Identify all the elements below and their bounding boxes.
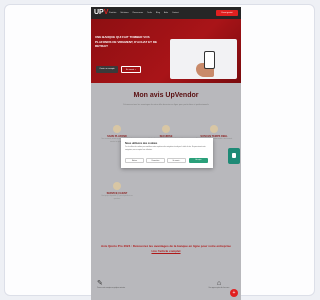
brand-logo[interactable]: UPV — [94, 9, 108, 17]
accept-cookies-button[interactable]: Accepter — [189, 158, 208, 163]
feature-title: SERVICE CLIENT — [106, 192, 128, 195]
learn-more-button[interactable]: En savoir + — [121, 66, 141, 73]
nav-links: Produits Solutions Ressources Tarifs Blo… — [109, 10, 179, 16]
nav-link-contact[interactable]: Contact — [172, 10, 179, 16]
phone-illustration — [204, 51, 215, 69]
top-navbar: UPV Produits Solutions Ressources Tarifs… — [91, 7, 241, 19]
support-icon — [113, 182, 121, 190]
cookie-settings-button[interactable]: Paramètres — [146, 158, 165, 163]
pen-icon: ✎ — [97, 280, 103, 287]
section-title: Mon avis UpVendor — [133, 92, 199, 99]
bottom-item-text: Ouvrez votre compte en quelques minutes — [97, 288, 126, 289]
bottom-item: ⌂ Une agence près de chez vous — [203, 280, 235, 289]
cookie-title: Nous utilisons des cookies — [125, 142, 158, 145]
bottom-item-text: Une agence près de chez vous — [208, 288, 230, 289]
shield-icon — [162, 125, 170, 133]
refuse-cookies-button[interactable]: Refuser — [125, 158, 144, 163]
home-icon: ⌂ — [216, 280, 222, 287]
section-subtitle: Découvrez tous les avantages de notre of… — [123, 104, 209, 106]
nav-link-tarifs[interactable]: Tarifs — [147, 10, 152, 16]
clock-icon — [210, 125, 218, 133]
open-account-button[interactable]: Ouvrir un compte — [96, 66, 118, 73]
promo-link[interactable]: Lire l'article complet — [97, 249, 235, 254]
cookie-text: Ce site utilise des cookies pour amélior… — [125, 147, 206, 151]
feature-text: Une équipe disponible 7j/7 pour répondre… — [101, 196, 133, 200]
hero-title: UNE BANQUE QUI FAIT TOMBER VOS PLAFONDS … — [95, 35, 157, 48]
hero-image — [170, 39, 237, 79]
hero-section: UNE BANQUE QUI FAIT TOMBER VOS PLAFONDS … — [91, 19, 241, 83]
nav-link-ressources[interactable]: Ressources — [133, 10, 144, 16]
nav-link-blog[interactable]: Blog — [156, 10, 160, 16]
bottom-item: ✎ Ouvrez votre compte en quelques minute… — [97, 280, 129, 289]
nav-link-solutions[interactable]: Solutions — [120, 10, 128, 16]
nav-cta-button[interactable]: Essai gratuit — [216, 10, 238, 16]
unlimited-icon — [113, 125, 121, 133]
promo-banner: Avis Qonto Pro 2024 : Découvrez les avan… — [97, 244, 235, 254]
feature-card: SERVICE CLIENT Une équipe disponible 7j/… — [99, 182, 135, 201]
cookie-more-button[interactable]: En savoir + — [167, 158, 186, 163]
promo-text: Avis Qonto Pro 2024 : Découvrez les avan… — [101, 244, 231, 248]
nav-link-produits[interactable]: Produits — [109, 10, 116, 16]
nav-link-aide[interactable]: Aide — [164, 10, 168, 16]
floating-action-button[interactable]: + — [230, 289, 238, 297]
cookie-consent-dialog: Nous utilisons des cookies Ce site utili… — [121, 138, 213, 168]
chat-widget-button[interactable] — [228, 148, 240, 164]
